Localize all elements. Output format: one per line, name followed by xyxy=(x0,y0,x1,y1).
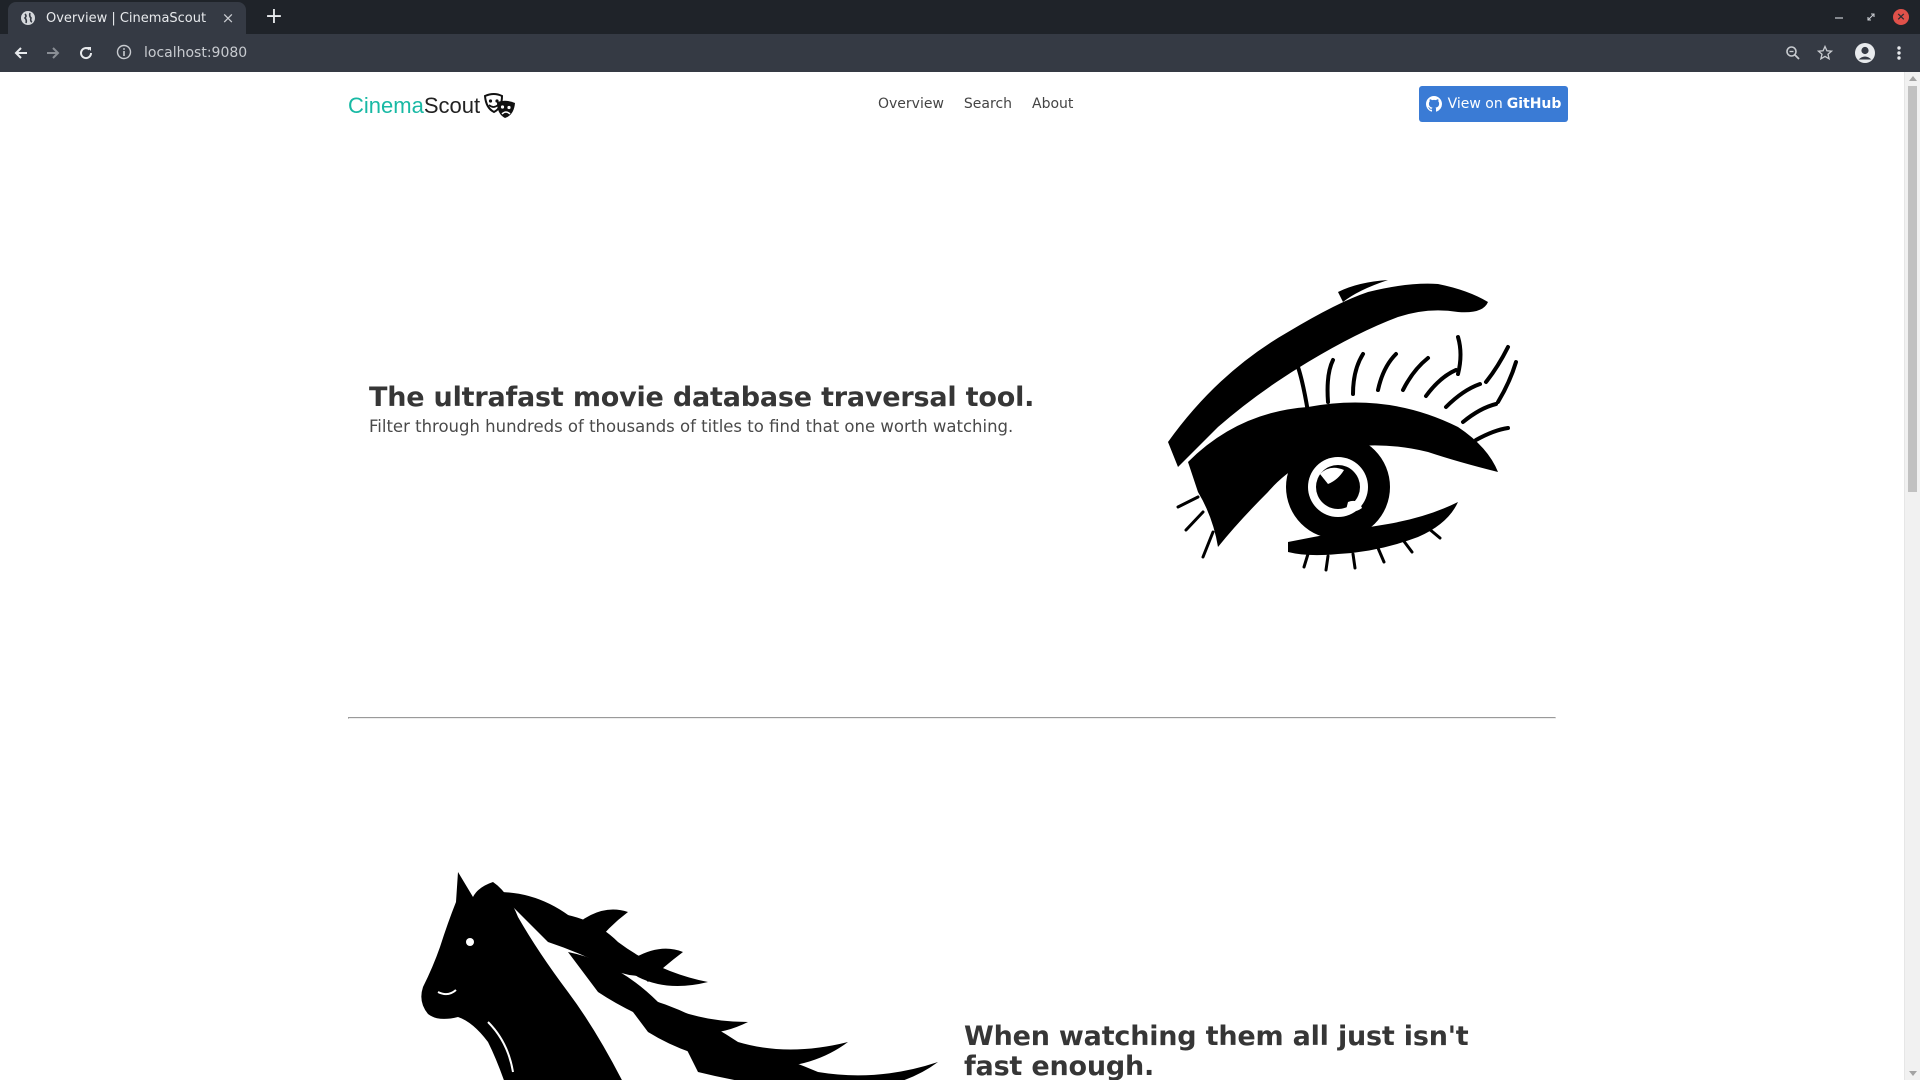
reload-icon[interactable] xyxy=(75,42,97,64)
github-icon xyxy=(1425,96,1442,112)
browser-tab[interactable]: Overview | CinemaScout × xyxy=(8,2,246,34)
eye-illustration xyxy=(1158,262,1538,572)
arrow-left-icon[interactable] xyxy=(10,42,32,64)
hero-title: The ultrafast movie database traversal t… xyxy=(369,382,1035,413)
section-divider xyxy=(348,717,1556,719)
brand-cinema: Cinema xyxy=(348,93,424,118)
scroll-up-icon[interactable] xyxy=(1909,76,1917,81)
globe-icon xyxy=(20,10,36,26)
close-icon: × xyxy=(1893,9,1909,25)
section-title: When watching them all just isn't fast e… xyxy=(964,1021,1469,1080)
page-scrollbar[interactable] xyxy=(1904,72,1920,1080)
tab-title: Overview | CinemaScout xyxy=(46,10,207,26)
github-label-prefix: View on xyxy=(1447,96,1503,112)
hero-text: The ultrafast movie database traversal t… xyxy=(369,382,1129,436)
nav-link-about[interactable]: About xyxy=(1032,96,1073,112)
horse-illustration xyxy=(418,872,948,1080)
view-on-github-button[interactable]: View on GitHub xyxy=(1419,86,1568,122)
scroll-down-icon[interactable] xyxy=(1909,1071,1917,1076)
main-nav: Overview Search About xyxy=(878,96,1073,112)
kebab-menu-icon[interactable] xyxy=(1888,42,1910,64)
nav-link-search[interactable]: Search xyxy=(964,96,1012,112)
page-viewport: Cinema Scout Overview Search About View … xyxy=(0,72,1904,1080)
star-icon[interactable] xyxy=(1814,42,1836,64)
theater-masks-icon xyxy=(482,92,518,120)
account-icon[interactable] xyxy=(1854,42,1876,64)
browser-toolbar: localhost:9080 xyxy=(0,34,1920,72)
brand-logo-link[interactable]: Cinema Scout xyxy=(348,92,518,120)
nav-link-overview[interactable]: Overview xyxy=(878,96,944,112)
tab-close-icon[interactable]: × xyxy=(220,9,236,27)
arrow-right-icon[interactable] xyxy=(42,42,64,64)
minimize-icon[interactable] xyxy=(1830,8,1848,26)
new-tab-button[interactable]: + xyxy=(262,6,286,30)
brand-scout: Scout xyxy=(423,93,481,118)
magnifier-icon[interactable] xyxy=(1782,42,1804,64)
scrollbar-thumb[interactable] xyxy=(1908,86,1917,492)
hero-subtitle: Filter through hundreds of thousands of … xyxy=(369,417,1014,436)
github-label-strong: GitHub xyxy=(1506,96,1562,112)
info-icon[interactable] xyxy=(116,44,134,62)
restore-icon[interactable] xyxy=(1862,8,1880,26)
browser-tabstrip: Overview | CinemaScout × + × xyxy=(0,0,1920,34)
url-text: localhost:9080 xyxy=(144,45,248,61)
site-navbar: Cinema Scout Overview Search About View … xyxy=(0,72,1904,136)
window-close-button[interactable]: × xyxy=(1892,8,1910,26)
address-bar[interactable]: localhost:9080 xyxy=(108,39,1850,67)
